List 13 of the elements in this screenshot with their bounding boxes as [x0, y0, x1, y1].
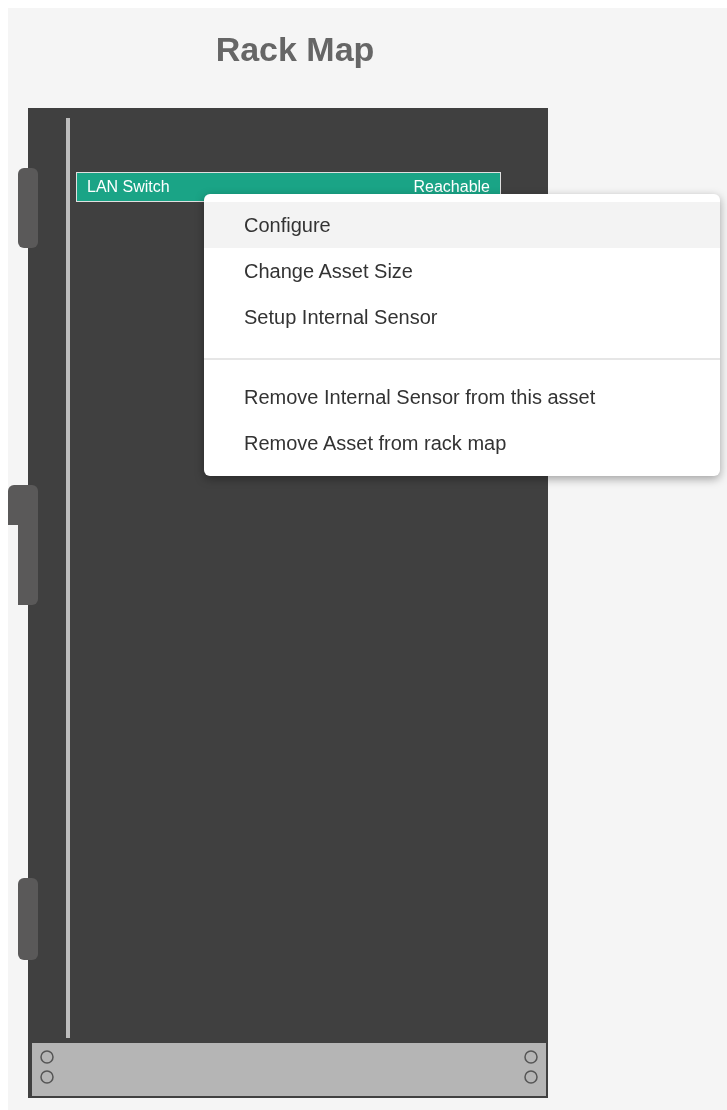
screw-holes-icon — [523, 1049, 539, 1085]
menu-item[interactable]: Remove Asset from rack map — [204, 420, 720, 466]
menu-item[interactable]: Configure — [204, 202, 720, 248]
rack-handle[interactable] — [8, 485, 38, 605]
menu-item[interactable]: Remove Internal Sensor from this asset — [204, 374, 720, 420]
device-name: LAN Switch — [87, 178, 170, 196]
menu-item[interactable]: Change Asset Size — [204, 248, 720, 294]
rack-handle[interactable] — [18, 168, 38, 248]
device-status: Reachable — [413, 178, 490, 196]
rack-handle[interactable] — [18, 878, 38, 960]
screw-holes-icon — [39, 1049, 55, 1085]
page-title: Rack Map — [214, 30, 376, 69]
menu-item[interactable]: Setup Internal Sensor — [204, 294, 720, 340]
